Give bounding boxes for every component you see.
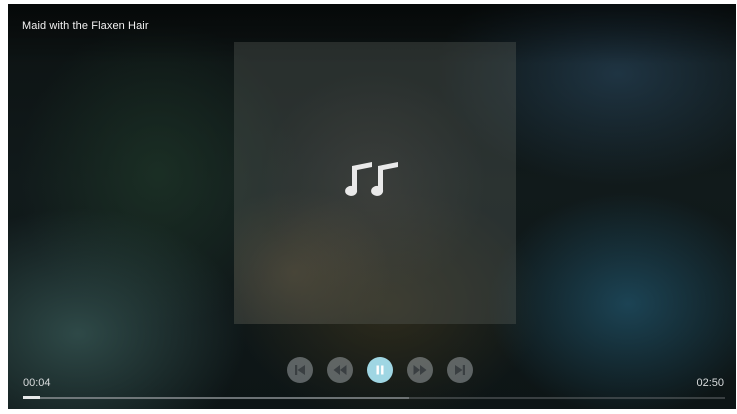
music-notes-icon (345, 162, 398, 196)
track-title: Maid with the Flaxen Hair (22, 20, 149, 32)
progress-played (23, 396, 40, 399)
total-duration: 02:50 (696, 377, 724, 389)
progress-buffered (23, 397, 410, 399)
rewind-button[interactable] (327, 357, 353, 383)
skip-next-icon (455, 365, 465, 375)
progress-bar[interactable] (23, 396, 725, 399)
fast-forward-icon (413, 365, 427, 375)
skip-previous-button[interactable] (287, 357, 313, 383)
elapsed-time: 00:04 (23, 377, 51, 389)
rewind-icon (333, 365, 347, 375)
skip-next-button[interactable] (447, 357, 473, 383)
fast-forward-button[interactable] (407, 357, 433, 383)
media-player: Maid with the Flaxen Hair 00:04 02:50 (8, 4, 736, 409)
pause-button[interactable] (367, 357, 393, 383)
playback-controls (287, 357, 473, 383)
album-art (234, 42, 516, 324)
pause-icon (376, 365, 384, 375)
skip-previous-icon (295, 365, 305, 375)
